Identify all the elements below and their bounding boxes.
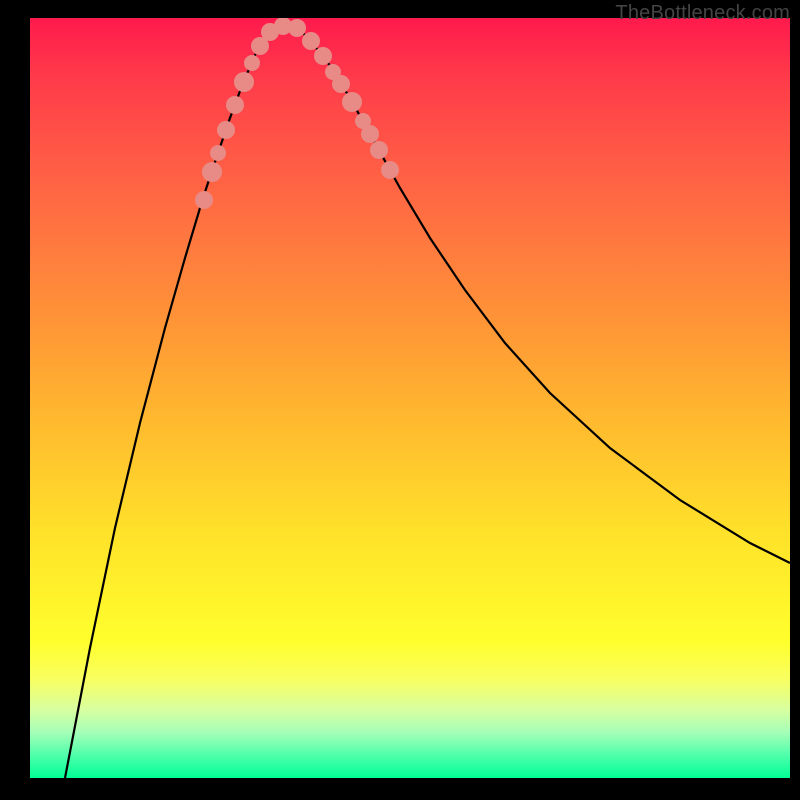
border-left: [0, 0, 30, 800]
data-marker: [217, 121, 235, 139]
data-marker: [342, 92, 362, 112]
data-marker: [381, 161, 399, 179]
data-marker: [288, 19, 306, 37]
data-marker: [314, 47, 332, 65]
data-marker: [195, 191, 213, 209]
border-right: [790, 0, 800, 800]
chart-plot-area: [30, 18, 790, 778]
watermark-text: TheBottleneck.com: [615, 2, 790, 25]
data-marker: [332, 75, 350, 93]
data-marker: [202, 162, 222, 182]
chart-svg: [30, 18, 790, 778]
data-marker: [234, 72, 254, 92]
data-marker: [210, 145, 226, 161]
data-marker: [244, 55, 260, 71]
data-marker: [361, 125, 379, 143]
bottleneck-curve: [65, 26, 790, 778]
data-marker: [302, 32, 320, 50]
curve-markers: [195, 18, 399, 209]
data-marker: [370, 141, 388, 159]
data-marker: [226, 96, 244, 114]
border-bottom: [0, 778, 800, 800]
